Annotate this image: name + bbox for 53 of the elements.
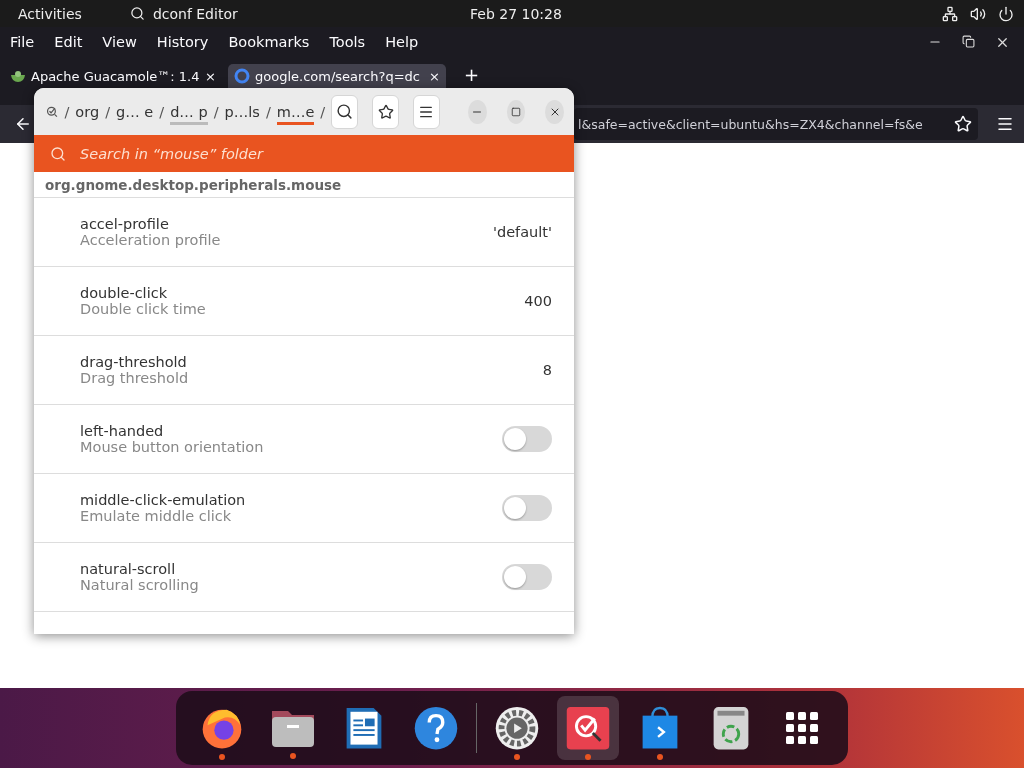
key-row[interactable]: natural-scroll Natural scrolling (34, 543, 574, 612)
clock[interactable]: Feb 27 10:28 (470, 5, 562, 22)
key-summary: Mouse button orientation (80, 439, 265, 455)
app-name[interactable]: dconf Editor (152, 5, 238, 22)
key-value: 'default' (493, 224, 552, 240)
browser-tab[interactable]: google.com/search?q=dc × (228, 64, 446, 88)
menu-item[interactable]: View (102, 34, 137, 50)
search-field[interactable]: Search in “mouse” folder (34, 135, 574, 172)
key-summary: Emulate middle click (80, 508, 233, 524)
path-separator: / (105, 103, 111, 120)
path-segment[interactable]: org (75, 103, 100, 125)
menu-item[interactable]: File (10, 34, 35, 50)
key-name: left-handed (80, 423, 165, 439)
path-segment[interactable]: p…ls (224, 103, 260, 125)
key-value: 400 (524, 293, 552, 309)
key-row[interactable]: double-click Double click time 400 (34, 267, 574, 336)
tab-close-button[interactable]: × (429, 68, 440, 84)
key-name: double-click (80, 285, 169, 301)
key-value: 8 (542, 362, 552, 378)
activities-button[interactable]: Activities (18, 5, 82, 22)
key-row[interactable]: drag-threshold Drag threshold 8 (34, 336, 574, 405)
menu-item[interactable]: Edit (54, 34, 83, 50)
tab-title: google.com/search?q=dc (255, 68, 421, 84)
path-separator: / (213, 103, 219, 120)
schema-path: org.gnome.desktop.peripherals.mouse (34, 172, 574, 198)
key-name: natural-scroll (80, 561, 177, 577)
path-separator: / (265, 103, 271, 120)
search-input[interactable]: Search in “mouse” folder (78, 144, 574, 163)
url-field[interactable]: l&safe=active&client=ubuntu&hs=ZX4&channel=fs&e (574, 108, 978, 140)
path-segment[interactable]: d… p (170, 103, 208, 125)
menu-item[interactable]: History (156, 34, 209, 50)
key-summary: Double click time (80, 301, 207, 317)
menu-item[interactable]: Help (385, 34, 419, 50)
key-name: drag-threshold (80, 354, 188, 370)
tab-title: Apache Guacamole™: 1.4 (31, 68, 201, 84)
tab-close-button[interactable]: × (205, 68, 216, 84)
path-separator: / (320, 103, 326, 120)
browser-tab[interactable]: Apache Guacamole™: 1.4 × (4, 64, 222, 88)
key-name: accel-profile (80, 216, 170, 232)
path-segment[interactable]: m…e (276, 103, 315, 125)
key-summary: Drag threshold (80, 370, 190, 386)
path-separator: / (159, 103, 165, 120)
key-summary: Natural scrolling (80, 577, 200, 593)
menu-item[interactable]: Tools (329, 34, 366, 50)
key-summary: Acceleration profile (80, 232, 222, 248)
menu-item[interactable]: Bookmarks (228, 34, 310, 50)
key-row[interactable]: accel-profile Acceleration profile 'default' (34, 198, 574, 267)
key-row[interactable]: left-handed Mouse button orientation (34, 405, 574, 474)
new-tab-button[interactable]: + (464, 64, 480, 86)
key-row[interactable]: middle-click-emulation Emulate middle click (34, 474, 574, 543)
path-segment[interactable]: g… e (116, 103, 154, 125)
key-name: middle-click-emulation (80, 492, 247, 508)
path-separator: / (64, 103, 70, 120)
